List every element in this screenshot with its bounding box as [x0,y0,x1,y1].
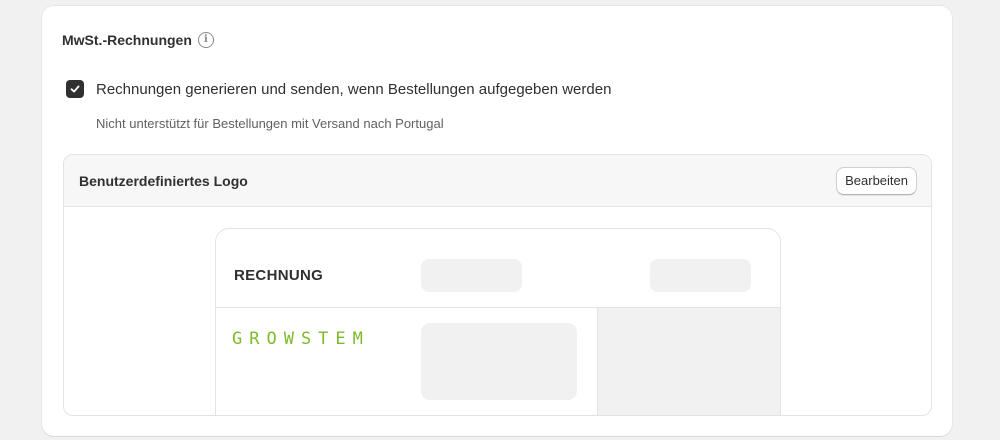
skeleton-placeholder [421,259,522,292]
custom-logo-header: Benutzerdefiniertes Logo Bearbeiten [64,155,931,207]
section-header: MwSt.-Rechnungen i [62,32,214,48]
checkmark-icon [70,85,80,93]
generate-invoices-option[interactable]: Rechnungen generieren und senden, wenn B… [66,80,611,98]
custom-logo-title: Benutzerdefiniertes Logo [79,172,248,189]
vat-invoices-card: MwSt.-Rechnungen i Rechnungen generieren… [42,6,952,436]
invoice-title: RECHNUNG [234,267,324,284]
custom-logo-card: Benutzerdefiniertes Logo Bearbeiten RECH… [63,154,932,416]
skeleton-placeholder [650,259,751,292]
info-icon[interactable]: i [197,32,214,48]
generate-invoices-label[interactable]: Rechnungen generieren und senden, wenn B… [96,81,611,98]
invoice-preview: RECHNUNG GROWSTEM [215,228,781,415]
section-title: MwSt.-Rechnungen [62,32,192,48]
preview-side-panel [597,308,780,415]
skeleton-placeholder [421,323,577,400]
generate-invoices-checkbox[interactable] [66,80,84,98]
edit-button[interactable]: Bearbeiten [836,166,917,195]
store-logo: GROWSTEM [232,329,370,349]
help-text: Nicht unterstützt für Bestellungen mit V… [96,116,444,131]
